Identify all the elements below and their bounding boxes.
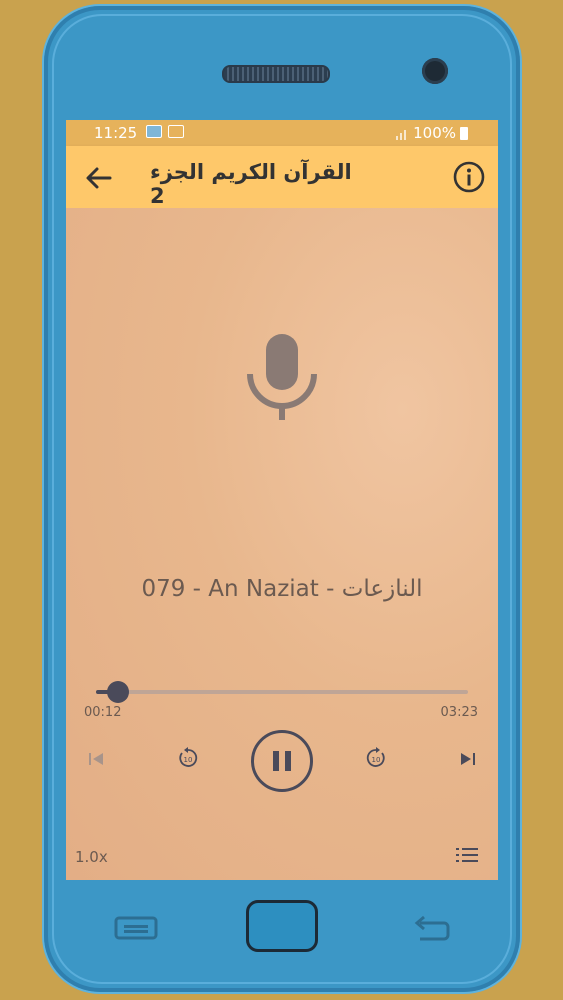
image-notification-icon: [168, 125, 184, 138]
pause-icon: [273, 751, 279, 771]
arrow-left-icon[interactable]: [82, 161, 116, 195]
microphone-icon: [247, 334, 317, 420]
phone-speaker: [222, 65, 330, 83]
signal-icon: [396, 129, 407, 140]
home-button[interactable]: [246, 900, 318, 952]
notification-icons: [146, 125, 184, 138]
seek-thumb[interactable]: [107, 681, 129, 703]
pause-button[interactable]: [250, 729, 314, 793]
rewind-seconds: 10: [184, 756, 193, 764]
status-bar: 11:25 100%: [66, 120, 498, 146]
back-key-icon[interactable]: [412, 913, 452, 943]
status-right: 100%: [395, 124, 468, 142]
battery-icon: [460, 126, 468, 140]
skip-previous-icon[interactable]: [86, 749, 106, 769]
page-title: القرآن الكريم الجزء 2: [150, 160, 352, 208]
player-content: 079 - An Naziat - النازعات 00:12 03:23 1…: [66, 208, 498, 880]
phone-camera: [422, 58, 448, 84]
app-screen: 11:25 100% القرآن الكريم الجزء 2 079 - A…: [66, 120, 498, 880]
playback-speed[interactable]: 1.0x: [75, 848, 108, 866]
notification-app-icon: [146, 125, 162, 138]
battery-percent: 100%: [413, 124, 456, 142]
seek-bar[interactable]: [96, 681, 468, 703]
forward-seconds: 10: [372, 756, 381, 764]
rewind-10-icon[interactable]: 10: [176, 746, 200, 770]
menu-key-icon[interactable]: [114, 915, 158, 941]
skip-next-icon[interactable]: [458, 749, 478, 769]
total-time: 03:23: [440, 705, 478, 720]
status-time: 11:25: [94, 124, 138, 142]
playlist-icon[interactable]: [456, 846, 478, 864]
app-bar: القرآن الكريم الجزء 2: [66, 146, 498, 208]
current-time: 00:12: [84, 705, 122, 720]
track-title: 079 - An Naziat - النازعات: [141, 576, 423, 602]
forward-10-icon[interactable]: 10: [364, 746, 388, 770]
info-circle-icon[interactable]: [452, 160, 486, 194]
